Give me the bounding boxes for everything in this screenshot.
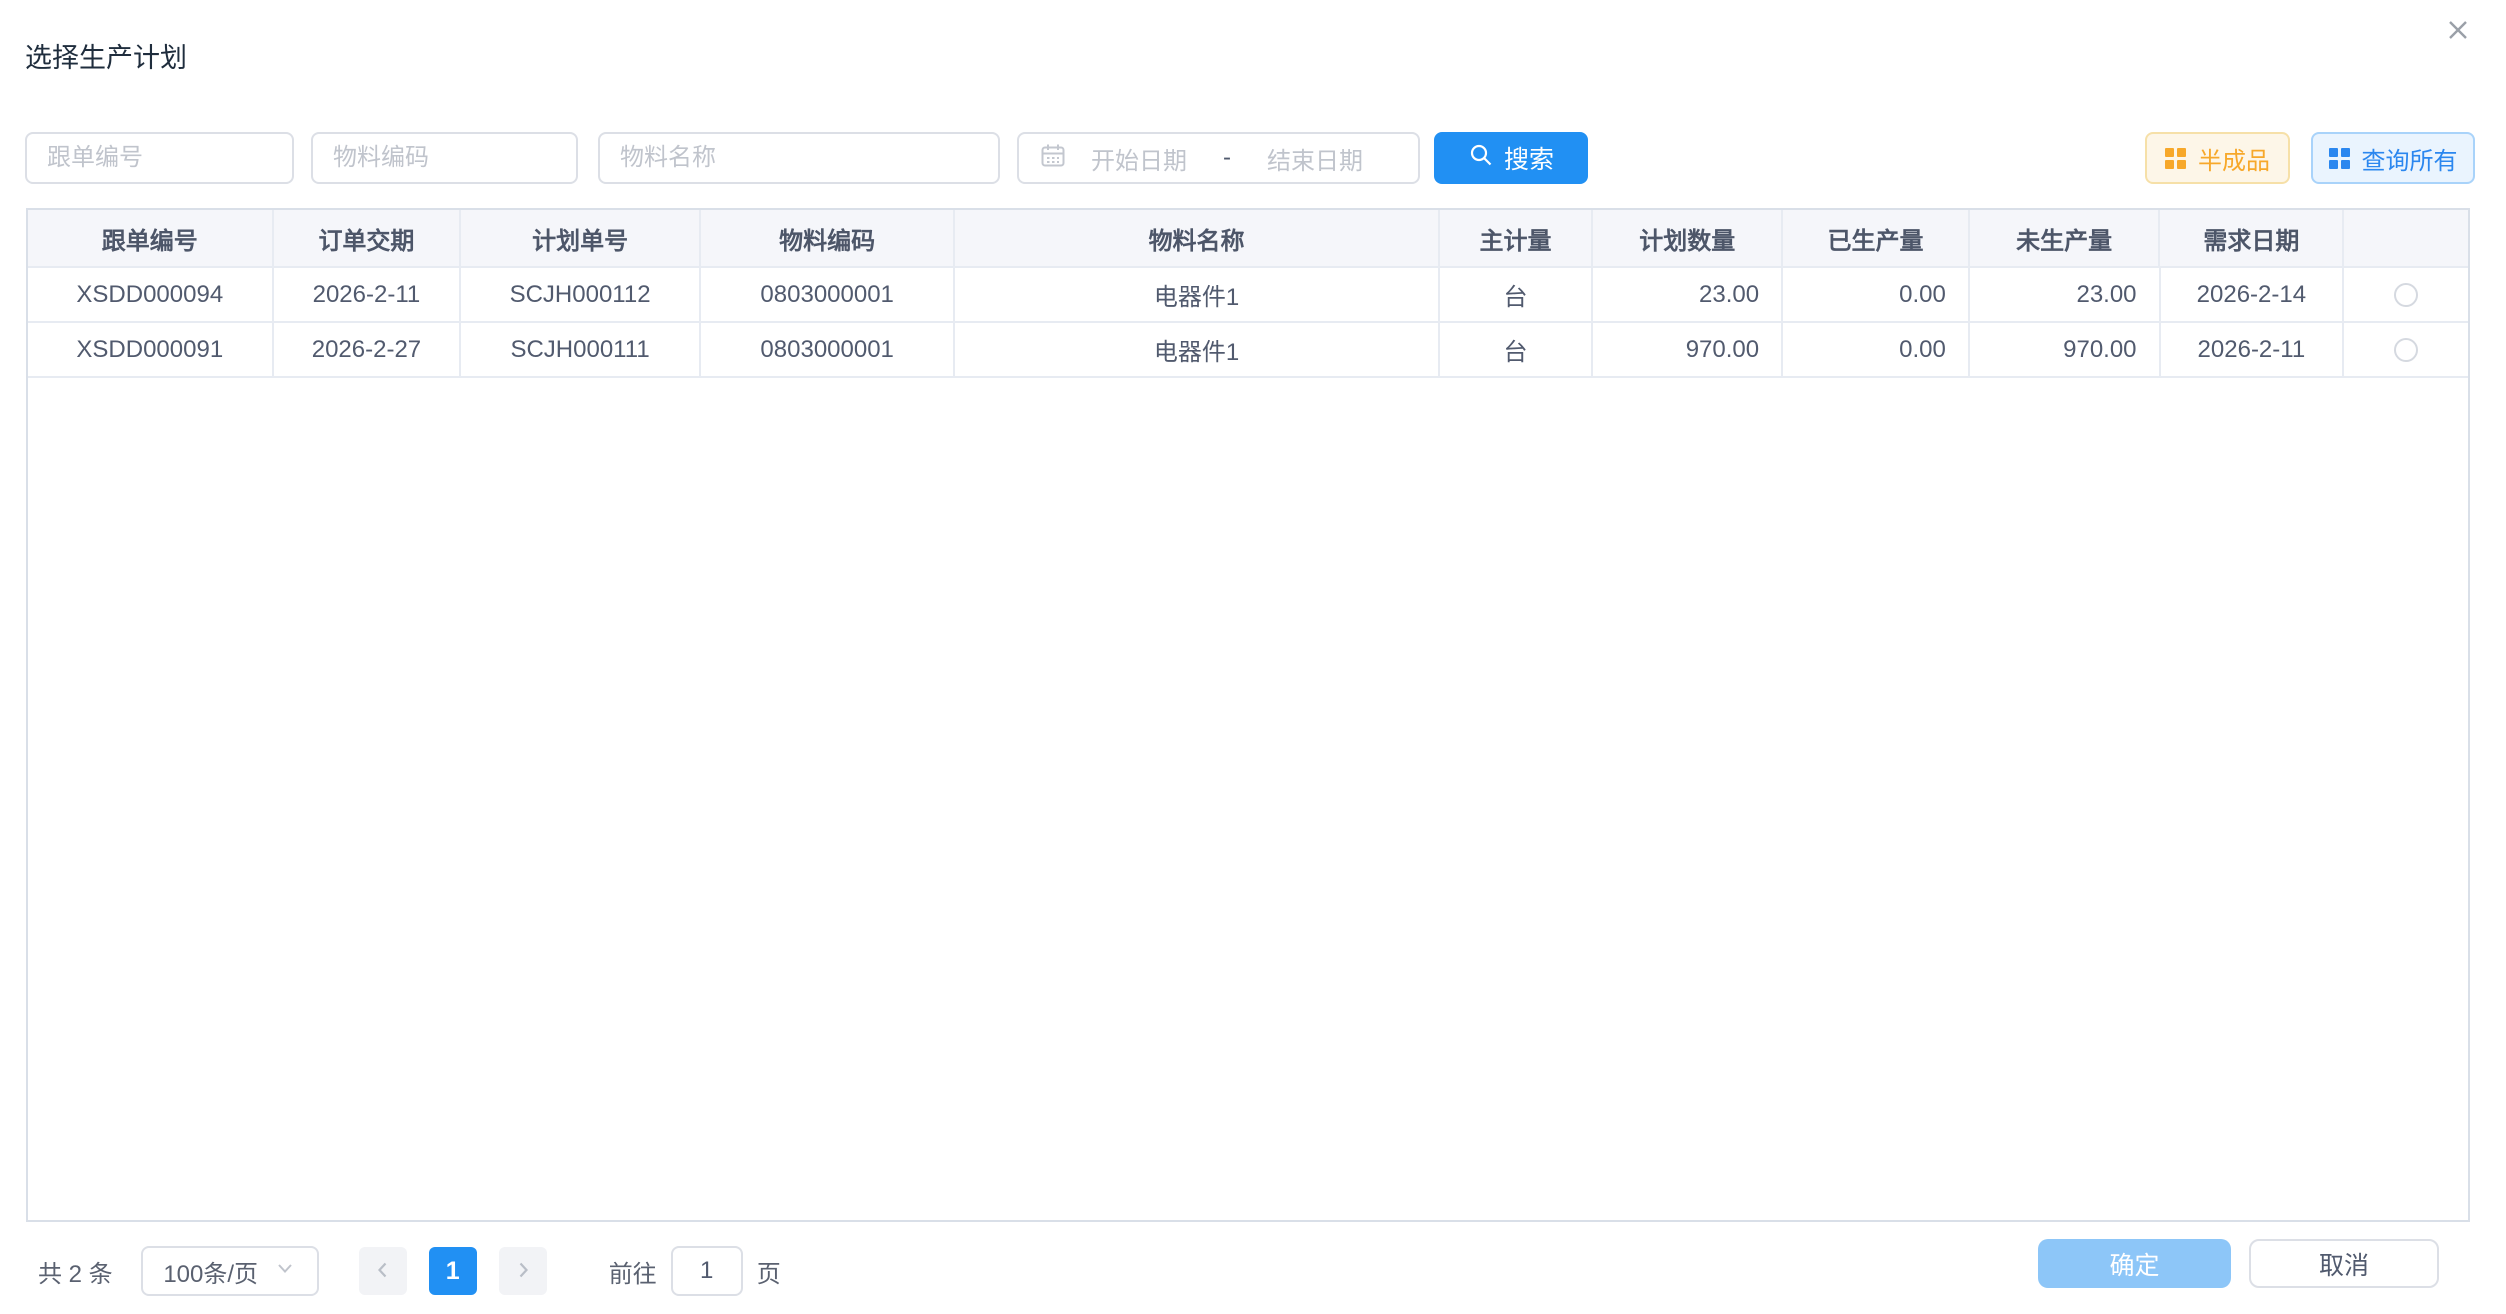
cell-material-name: 电器件1 bbox=[955, 323, 1439, 376]
table-row[interactable]: XSDD000091 2026-2-27 SCJH000111 08030000… bbox=[28, 323, 2468, 378]
search-button-label: 搜索 bbox=[1504, 140, 1554, 176]
cell-order-date: 2026-2-27 bbox=[274, 323, 462, 376]
column-header-unit: 主计量 bbox=[1440, 210, 1594, 266]
page-number-button[interactable]: 1 bbox=[429, 1247, 477, 1295]
table-header-row: 跟单编号 订单交期 计划单号 物料编码 物料名称 主计量 计划数量 已生产量 未… bbox=[28, 210, 2468, 268]
query-all-button[interactable]: 查询所有 bbox=[2311, 132, 2475, 184]
cell-planned-qty: 970.00 bbox=[1593, 323, 1783, 376]
cell-demand-date: 2026-2-11 bbox=[2161, 323, 2345, 376]
close-button[interactable] bbox=[2440, 14, 2476, 50]
select-production-plan-dialog: 选择生产计划 开始日期 - 结束日期 bbox=[0, 0, 2506, 1314]
date-range-picker[interactable]: 开始日期 - 结束日期 bbox=[1017, 132, 1420, 184]
order-no-input[interactable] bbox=[25, 132, 294, 184]
prev-page-button[interactable] bbox=[359, 1247, 407, 1295]
column-header-order-date: 订单交期 bbox=[274, 210, 462, 266]
column-header-material-name: 物料名称 bbox=[955, 210, 1439, 266]
page-size-value: 100条/页 bbox=[163, 1254, 258, 1289]
cell-material-name: 电器件1 bbox=[955, 268, 1439, 321]
row-select-radio[interactable] bbox=[2394, 283, 2418, 307]
chevron-left-icon bbox=[372, 1259, 394, 1284]
search-button[interactable]: 搜索 bbox=[1434, 132, 1588, 184]
close-icon bbox=[2443, 15, 2473, 50]
grid-icon bbox=[2165, 148, 2186, 169]
material-code-input[interactable] bbox=[311, 132, 578, 184]
material-name-input[interactable] bbox=[598, 132, 1000, 184]
filter-bar: 开始日期 - 结束日期 搜索 半成品 查询所有 bbox=[25, 132, 2475, 184]
filter-bar-spacer bbox=[1588, 132, 2145, 184]
pagination-bar: 共 2 条 100条/页 1 前往 页 bbox=[38, 1246, 781, 1296]
total-count: 共 2 条 bbox=[38, 1254, 113, 1289]
cell-unit: 台 bbox=[1440, 323, 1594, 376]
cell-order-no: XSDD000094 bbox=[28, 268, 274, 321]
cell-unproduced-qty: 970.00 bbox=[1970, 323, 2161, 376]
grid-icon bbox=[2329, 148, 2350, 169]
cell-unproduced-qty: 23.00 bbox=[1970, 268, 2161, 321]
date-start-placeholder[interactable]: 开始日期 bbox=[1091, 141, 1187, 176]
cell-demand-date: 2026-2-14 bbox=[2161, 268, 2345, 321]
calendar-icon bbox=[1039, 142, 1067, 175]
column-header-plan-no: 计划单号 bbox=[461, 210, 701, 266]
cell-planned-qty: 23.00 bbox=[1593, 268, 1783, 321]
chevron-right-icon bbox=[512, 1259, 534, 1284]
query-all-label: 查询所有 bbox=[2362, 141, 2458, 176]
cell-produced-qty: 0.00 bbox=[1783, 268, 1970, 321]
column-header-order-no: 跟单编号 bbox=[28, 210, 274, 266]
confirm-button[interactable]: 确定 bbox=[2038, 1239, 2231, 1288]
dialog-title: 选择生产计划 bbox=[25, 36, 187, 75]
cell-order-no: XSDD000091 bbox=[28, 323, 274, 376]
cell-material-code: 0803000001 bbox=[701, 268, 956, 321]
next-page-button[interactable] bbox=[499, 1247, 547, 1295]
goto-label: 前往 bbox=[609, 1254, 657, 1289]
cell-unit: 台 bbox=[1440, 268, 1594, 321]
cell-order-date: 2026-2-11 bbox=[274, 268, 462, 321]
semi-finished-label: 半成品 bbox=[2198, 141, 2270, 176]
cancel-button[interactable]: 取消 bbox=[2249, 1239, 2439, 1288]
production-plans-table: 跟单编号 订单交期 计划单号 物料编码 物料名称 主计量 计划数量 已生产量 未… bbox=[26, 208, 2470, 1222]
column-header-produced-qty: 已生产量 bbox=[1783, 210, 1970, 266]
search-icon bbox=[1468, 142, 1494, 175]
column-header-demand-date: 需求日期 bbox=[2160, 210, 2344, 266]
row-select-radio[interactable] bbox=[2394, 338, 2418, 362]
table-row[interactable]: XSDD000094 2026-2-11 SCJH000112 08030000… bbox=[28, 268, 2468, 323]
cell-plan-no: SCJH000112 bbox=[461, 268, 701, 321]
column-header-select bbox=[2344, 210, 2468, 266]
cell-plan-no: SCJH000111 bbox=[461, 323, 701, 376]
date-separator: - bbox=[1223, 144, 1231, 172]
date-end-placeholder[interactable]: 结束日期 bbox=[1267, 141, 1363, 176]
cell-material-code: 0803000001 bbox=[701, 323, 956, 376]
column-header-unproduced-qty: 未生产量 bbox=[1970, 210, 2161, 266]
page-size-select[interactable]: 100条/页 bbox=[141, 1246, 319, 1296]
column-header-planned-qty: 计划数量 bbox=[1593, 210, 1783, 266]
cell-produced-qty: 0.00 bbox=[1783, 323, 1970, 376]
page-unit-label: 页 bbox=[757, 1254, 781, 1289]
goto-page-input[interactable] bbox=[671, 1246, 743, 1296]
column-header-material-code: 物料编码 bbox=[701, 210, 956, 266]
chevron-down-icon bbox=[274, 1257, 296, 1286]
semi-finished-button[interactable]: 半成品 bbox=[2145, 132, 2290, 184]
